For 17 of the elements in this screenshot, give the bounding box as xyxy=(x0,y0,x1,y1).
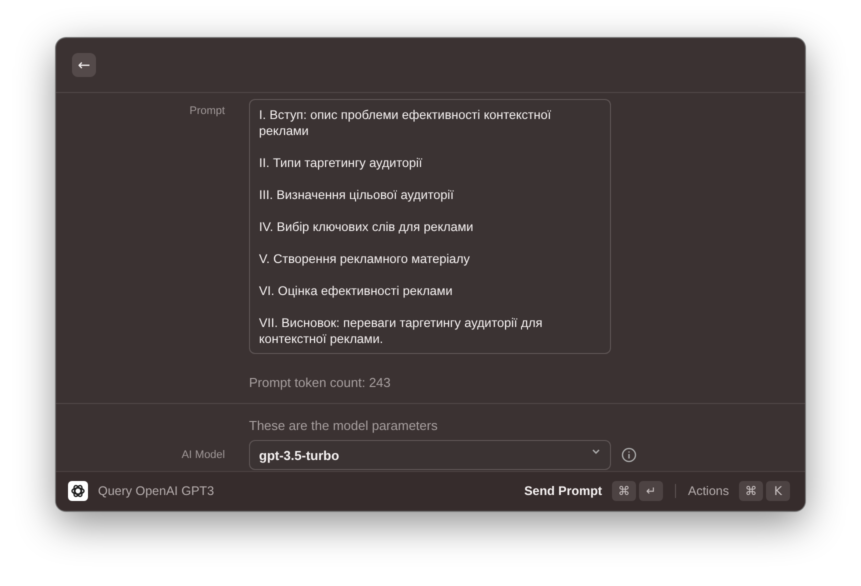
model-dropdown[interactable]: gpt-3.5-turbo xyxy=(249,440,611,470)
chevron-icon xyxy=(591,448,601,456)
knot-logo-icon xyxy=(68,481,88,501)
shortcut-key: ⌘ xyxy=(739,481,763,501)
info-icon[interactable] xyxy=(621,447,637,463)
token-count: Prompt token count: 243 xyxy=(249,374,392,392)
shortcut-key: ⌘ xyxy=(612,481,636,501)
field-label: AI Model xyxy=(180,448,225,461)
shortcut-key: ↵ xyxy=(639,481,663,501)
send-prompt-button[interactable]: Send Prompt xyxy=(524,484,612,498)
field-label: Prompt xyxy=(188,104,225,117)
section-description: These are the model parameters xyxy=(249,417,439,435)
back-button[interactable]: ← xyxy=(72,53,96,77)
command-title: Query OpenAI GPT3 xyxy=(98,484,214,498)
shortcut-key: K xyxy=(766,481,790,501)
prompt-textarea[interactable]: I. Вступ: опис проблеми ефективності контекстної реклами II. Типи таргетингу аудиторії III. Визначення цільової аудиторії IV. Вибір ключових слів для реклами V. Створення рекламного матеріалу VI. Оцінка ефективності реклами VII. Висновок: переваги таргетингу аудиторії для контекстної реклами. xyxy=(249,99,611,354)
actions-button[interactable]: Actions xyxy=(688,484,739,498)
